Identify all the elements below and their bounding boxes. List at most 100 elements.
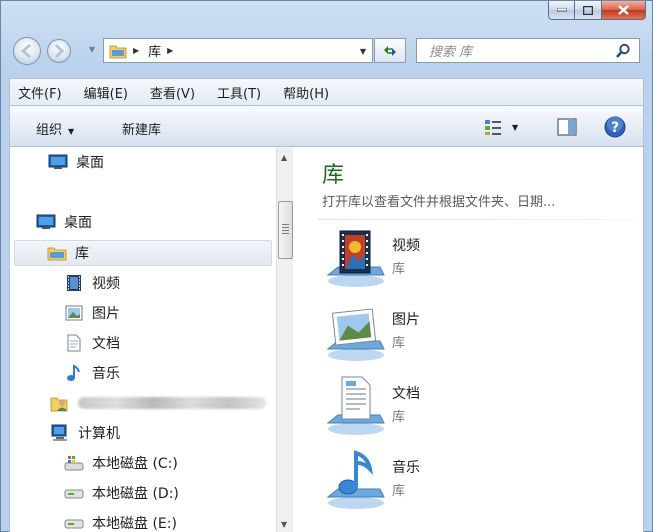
help-button[interactable]: ? [604, 116, 626, 142]
nav-item-documents[interactable]: 文档 [64, 330, 120, 356]
close-button[interactable] [602, 1, 646, 20]
computer-icon [50, 424, 70, 442]
nav-item-label: 本地磁盘 (D:) [92, 486, 179, 502]
view-options-icon [485, 120, 501, 135]
nav-item-label: 计算机 [78, 426, 120, 442]
scroll-up-icon[interactable]: ▲ [281, 153, 287, 162]
redacted-folder-name [78, 397, 266, 409]
library-name: 音乐 [392, 460, 420, 476]
content-area: 桌面 桌面 库 视频 图片 文档 音乐 计算机 本地磁盘 (C:) 本地磁盘 (… [9, 147, 644, 532]
desktop-icon [36, 213, 56, 231]
explorer-window: ▼ ▶ 库 ▶ ▼ 搜索 库 文件(F) 编辑(E) 查看(V) 工具(T) 帮… [0, 0, 653, 532]
change-view-button[interactable]: ▼ [484, 118, 518, 136]
recent-pages-button[interactable]: ▼ [89, 45, 99, 55]
navigation-pane[interactable]: 桌面 桌面 库 视频 图片 文档 音乐 计算机 本地磁盘 (C:) 本地磁盘 (… [10, 147, 274, 532]
nav-item-label: 桌面 [64, 215, 92, 231]
library-folder-icon [47, 244, 67, 262]
menu-view[interactable]: 查看(V) [150, 83, 195, 102]
menu-file[interactable]: 文件(F) [18, 83, 62, 102]
library-item-videos[interactable]: 视频 库 [322, 225, 622, 291]
minimize-icon [556, 8, 567, 12]
library-folder-icon [109, 45, 127, 58]
organize-label: 组织 [36, 123, 63, 138]
address-bar[interactable]: ▶ 库 ▶ ▼ [103, 38, 373, 63]
picture-library-icon [326, 308, 385, 361]
library-item-pictures[interactable]: 图片 库 [322, 299, 622, 365]
forward-button[interactable] [47, 39, 71, 63]
close-icon [618, 5, 629, 15]
breadcrumb-library[interactable]: 库 [148, 41, 161, 60]
search-box[interactable]: 搜索 库 [416, 38, 640, 63]
preview-pane-button[interactable] [557, 118, 577, 140]
nav-item-user-folder[interactable] [50, 390, 266, 416]
nav-item-label: 库 [75, 246, 89, 262]
maximize-button[interactable] [575, 1, 602, 20]
arrow-left-icon [20, 43, 31, 59]
address-dropdown-icon[interactable]: ▼ [360, 47, 366, 56]
caption-buttons [548, 1, 646, 21]
nav-item-drive-d[interactable]: 本地磁盘 (D:) [64, 480, 179, 506]
nav-item-library[interactable]: 库 [14, 240, 272, 266]
menu-edit[interactable]: 编辑(E) [84, 83, 128, 102]
nav-item-label: 桌面 [76, 155, 104, 171]
library-pane: 库 打开库以查看文件并根据文件夹、日期... 视频 库 图片 库 文档 库 音乐… [294, 147, 643, 532]
help-icon: ? [604, 116, 626, 138]
back-button[interactable] [13, 37, 41, 65]
search-icon[interactable] [615, 43, 631, 59]
refresh-icon [384, 45, 396, 56]
nav-item-desktop-top[interactable]: 桌面 [48, 149, 104, 175]
library-item-documents[interactable]: 文档 库 [322, 373, 622, 439]
arrow-right-icon [54, 43, 65, 59]
picture-library-icon [64, 304, 84, 322]
user-folder-icon [50, 394, 70, 412]
chevron-down-icon: ▼ [512, 122, 519, 132]
drive-icon [64, 484, 84, 502]
refresh-button[interactable] [374, 38, 406, 63]
library-type: 库 [392, 262, 406, 277]
page-subtitle: 打开库以查看文件并根据文件夹、日期... [322, 195, 556, 210]
command-bar: 组织 ▼ 新建库 ▼ ? [9, 105, 644, 147]
library-name: 图片 [392, 312, 420, 328]
music-library-icon [326, 450, 385, 509]
drive-icon [64, 514, 84, 532]
nav-item-drive-c[interactable]: 本地磁盘 (C:) [64, 450, 178, 476]
menu-bar: 文件(F) 编辑(E) 查看(V) 工具(T) 帮助(H) [9, 78, 644, 105]
document-library-icon [64, 334, 84, 352]
system-drive-icon [64, 454, 84, 472]
video-library-icon [64, 274, 84, 292]
nav-item-label: 视频 [92, 276, 120, 292]
nav-item-label: 音乐 [92, 366, 120, 382]
library-type: 库 [392, 336, 406, 351]
nav-item-videos[interactable]: 视频 [64, 270, 120, 296]
nav-item-pictures[interactable]: 图片 [64, 300, 120, 326]
nav-item-drive-e[interactable]: 本地磁盘 (E:) [64, 510, 177, 532]
breadcrumb-separator-icon[interactable]: ▶ [133, 46, 139, 55]
scroll-down-icon[interactable]: ▼ [281, 520, 287, 529]
nav-item-computer[interactable]: 计算机 [50, 420, 120, 446]
svg-text:?: ? [611, 120, 619, 136]
video-library-icon [326, 230, 385, 287]
library-item-music[interactable]: 音乐 库 [322, 447, 622, 513]
desktop-icon [48, 153, 68, 171]
navigation-scrollbar[interactable]: ▲ ▼ [276, 147, 293, 532]
scroll-thumb[interactable] [278, 201, 293, 259]
new-library-button[interactable]: 新建库 [122, 119, 161, 138]
menu-tools[interactable]: 工具(T) [217, 83, 261, 102]
preview-pane-icon [557, 118, 577, 136]
chevron-down-icon: ▼ [89, 45, 96, 54]
nav-item-desktop[interactable]: 桌面 [36, 209, 92, 235]
breadcrumb-separator-icon[interactable]: ▶ [167, 46, 173, 55]
document-library-icon [326, 376, 385, 435]
music-library-icon [64, 364, 84, 382]
library-name: 文档 [392, 386, 420, 402]
library-type: 库 [392, 410, 406, 425]
address-row: ▼ ▶ 库 ▶ ▼ 搜索 库 [1, 31, 652, 71]
new-library-label: 新建库 [122, 123, 162, 138]
minimize-button[interactable] [548, 1, 575, 20]
page-title: 库 [322, 163, 345, 188]
nav-item-label: 本地磁盘 (C:) [92, 456, 178, 472]
nav-item-music[interactable]: 音乐 [64, 360, 120, 386]
menu-help[interactable]: 帮助(H) [283, 83, 329, 102]
organize-button[interactable]: 组织 ▼ [36, 119, 74, 138]
library-type: 库 [392, 484, 406, 499]
